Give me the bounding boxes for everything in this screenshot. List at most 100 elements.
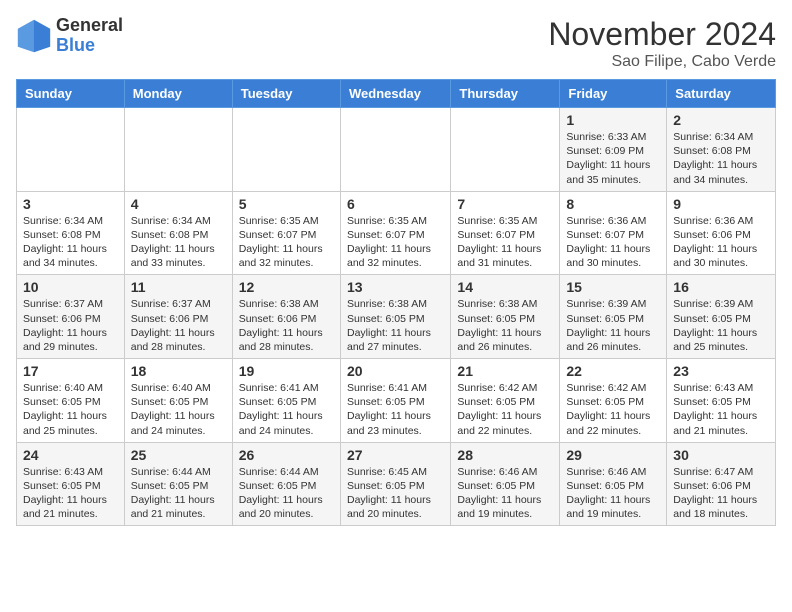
- day-info: Sunrise: 6:36 AM Sunset: 6:06 PM Dayligh…: [673, 214, 769, 271]
- calendar-cell: 18 Sunrise: 6:40 AM Sunset: 6:05 PM Dayli…: [124, 359, 232, 443]
- day-info: Sunrise: 6:43 AM Sunset: 6:05 PM Dayligh…: [673, 381, 769, 438]
- calendar-week-2: 3 Sunrise: 6:34 AM Sunset: 6:08 PM Daylig…: [17, 191, 776, 275]
- day-info: Sunrise: 6:46 AM Sunset: 6:05 PM Dayligh…: [457, 465, 553, 522]
- calendar-cell: 23 Sunrise: 6:43 AM Sunset: 6:05 PM Dayli…: [667, 359, 776, 443]
- day-number: 30: [673, 447, 769, 463]
- day-number: 2: [673, 112, 769, 128]
- calendar-cell: 4 Sunrise: 6:34 AM Sunset: 6:08 PM Daylig…: [124, 191, 232, 275]
- calendar-subtitle: Sao Filipe, Cabo Verde: [548, 53, 776, 71]
- calendar-header: SundayMondayTuesdayWednesdayThursdayFrid…: [17, 80, 776, 108]
- calendar-cell: [451, 108, 560, 192]
- page-header: General Blue November 2024 Sao Filipe, C…: [16, 16, 776, 71]
- day-number: 22: [566, 363, 660, 379]
- calendar-cell: 15 Sunrise: 6:39 AM Sunset: 6:05 PM Dayli…: [560, 275, 667, 359]
- day-number: 13: [347, 279, 444, 295]
- day-number: 1: [566, 112, 660, 128]
- weekday-row: SundayMondayTuesdayWednesdayThursdayFrid…: [17, 80, 776, 108]
- calendar-cell: 14Sunrise: 6:38 AM Sunset: 6:05 PM Dayli…: [451, 275, 560, 359]
- day-info: Sunrise: 6:41 AM Sunset: 6:05 PM Dayligh…: [239, 381, 334, 438]
- calendar-cell: 7Sunrise: 6:35 AM Sunset: 6:07 PM Daylig…: [451, 191, 560, 275]
- day-info: Sunrise: 6:35 AM Sunset: 6:07 PM Dayligh…: [239, 214, 334, 271]
- day-number: 26: [239, 447, 334, 463]
- weekday-header-tuesday: Tuesday: [232, 80, 340, 108]
- day-number: 19: [239, 363, 334, 379]
- calendar-cell: 11 Sunrise: 6:37 AM Sunset: 6:06 PM Dayli…: [124, 275, 232, 359]
- day-info: Sunrise: 6:46 AM Sunset: 6:05 PM Dayligh…: [566, 465, 660, 522]
- calendar-cell: 16Sunrise: 6:39 AM Sunset: 6:05 PM Dayli…: [667, 275, 776, 359]
- calendar-cell: 1 Sunrise: 6:33 AM Sunset: 6:09 PM Daylig…: [560, 108, 667, 192]
- logo-icon: [16, 18, 52, 54]
- calendar-cell: 10Sunrise: 6:37 AM Sunset: 6:06 PM Dayli…: [17, 275, 125, 359]
- day-number: 29: [566, 447, 660, 463]
- calendar-week-5: 24 Sunrise: 6:43 AM Sunset: 6:05 PM Dayli…: [17, 442, 776, 526]
- day-number: 16: [673, 279, 769, 295]
- day-info: Sunrise: 6:37 AM Sunset: 6:06 PM Dayligh…: [131, 297, 226, 354]
- day-info: Sunrise: 6:44 AM Sunset: 6:05 PM Dayligh…: [239, 465, 334, 522]
- day-info: Sunrise: 6:43 AM Sunset: 6:05 PM Dayligh…: [23, 465, 118, 522]
- day-info: Sunrise: 6:36 AM Sunset: 6:07 PM Dayligh…: [566, 214, 660, 271]
- calendar-cell: 30Sunrise: 6:47 AM Sunset: 6:06 PM Dayli…: [667, 442, 776, 526]
- day-info: Sunrise: 6:44 AM Sunset: 6:05 PM Dayligh…: [131, 465, 226, 522]
- day-info: Sunrise: 6:38 AM Sunset: 6:05 PM Dayligh…: [347, 297, 444, 354]
- weekday-header-saturday: Saturday: [667, 80, 776, 108]
- logo-text: General Blue: [56, 16, 123, 56]
- day-number: 24: [23, 447, 118, 463]
- calendar-cell: 12 Sunrise: 6:38 AM Sunset: 6:06 PM Dayli…: [232, 275, 340, 359]
- calendar-cell: 3 Sunrise: 6:34 AM Sunset: 6:08 PM Daylig…: [17, 191, 125, 275]
- calendar-cell: 26 Sunrise: 6:44 AM Sunset: 6:05 PM Dayli…: [232, 442, 340, 526]
- calendar-cell: 27 Sunrise: 6:45 AM Sunset: 6:05 PM Dayli…: [340, 442, 450, 526]
- day-number: 4: [131, 196, 226, 212]
- day-number: 5: [239, 196, 334, 212]
- day-info: Sunrise: 6:45 AM Sunset: 6:05 PM Dayligh…: [347, 465, 444, 522]
- calendar-body: 1 Sunrise: 6:33 AM Sunset: 6:09 PM Daylig…: [17, 108, 776, 526]
- title-block: November 2024 Sao Filipe, Cabo Verde: [548, 16, 776, 71]
- day-info: Sunrise: 6:42 AM Sunset: 6:05 PM Dayligh…: [566, 381, 660, 438]
- calendar-cell: 25 Sunrise: 6:44 AM Sunset: 6:05 PM Dayli…: [124, 442, 232, 526]
- calendar-cell: 5 Sunrise: 6:35 AM Sunset: 6:07 PM Daylig…: [232, 191, 340, 275]
- calendar-cell: [340, 108, 450, 192]
- day-number: 3: [23, 196, 118, 212]
- weekday-header-friday: Friday: [560, 80, 667, 108]
- calendar-cell: 21Sunrise: 6:42 AM Sunset: 6:05 PM Dayli…: [451, 359, 560, 443]
- weekday-header-wednesday: Wednesday: [340, 80, 450, 108]
- day-number: 11: [131, 279, 226, 295]
- day-number: 23: [673, 363, 769, 379]
- logo: General Blue: [16, 16, 123, 56]
- day-number: 10: [23, 279, 118, 295]
- calendar-cell: 2 Sunrise: 6:34 AM Sunset: 6:08 PM Daylig…: [667, 108, 776, 192]
- calendar-cell: 24 Sunrise: 6:43 AM Sunset: 6:05 PM Dayli…: [17, 442, 125, 526]
- calendar-cell: [17, 108, 125, 192]
- day-number: 27: [347, 447, 444, 463]
- calendar-cell: [232, 108, 340, 192]
- day-info: Sunrise: 6:40 AM Sunset: 6:05 PM Dayligh…: [131, 381, 226, 438]
- calendar-week-1: 1 Sunrise: 6:33 AM Sunset: 6:09 PM Daylig…: [17, 108, 776, 192]
- day-info: Sunrise: 6:33 AM Sunset: 6:09 PM Dayligh…: [566, 130, 660, 187]
- calendar-table: SundayMondayTuesdayWednesdayThursdayFrid…: [16, 79, 776, 526]
- day-info: Sunrise: 6:34 AM Sunset: 6:08 PM Dayligh…: [131, 214, 226, 271]
- calendar-week-3: 10 Sunrise: 6:37 AM Sunset: 6:06 PM Dayli…: [17, 275, 776, 359]
- day-info: Sunrise: 6:34 AM Sunset: 6:08 PM Dayligh…: [673, 130, 769, 187]
- day-info: Sunrise: 6:42 AM Sunset: 6:05 PM Dayligh…: [457, 381, 553, 438]
- calendar-cell: 19 Sunrise: 6:41 AM Sunset: 6:05 PM Dayli…: [232, 359, 340, 443]
- calendar-week-4: 17Sunrise: 6:40 AM Sunset: 6:05 PM Dayli…: [17, 359, 776, 443]
- day-number: 6: [347, 196, 444, 212]
- day-number: 15: [566, 279, 660, 295]
- weekday-header-sunday: Sunday: [17, 80, 125, 108]
- day-info: Sunrise: 6:35 AM Sunset: 6:07 PM Dayligh…: [457, 214, 553, 271]
- day-number: 25: [131, 447, 226, 463]
- calendar-cell: 8Sunrise: 6:36 AM Sunset: 6:07 PM Daylig…: [560, 191, 667, 275]
- calendar-cell: 6 Sunrise: 6:35 AM Sunset: 6:07 PM Daylig…: [340, 191, 450, 275]
- calendar-cell: 17Sunrise: 6:40 AM Sunset: 6:05 PM Dayli…: [17, 359, 125, 443]
- calendar-title: November 2024: [548, 16, 776, 53]
- calendar-cell: 28 Sunrise: 6:46 AM Sunset: 6:05 PM Dayli…: [451, 442, 560, 526]
- day-info: Sunrise: 6:39 AM Sunset: 6:05 PM Dayligh…: [566, 297, 660, 354]
- day-info: Sunrise: 6:38 AM Sunset: 6:06 PM Dayligh…: [239, 297, 334, 354]
- day-number: 9: [673, 196, 769, 212]
- day-info: Sunrise: 6:35 AM Sunset: 6:07 PM Dayligh…: [347, 214, 444, 271]
- day-number: 18: [131, 363, 226, 379]
- day-number: 28: [457, 447, 553, 463]
- day-info: Sunrise: 6:34 AM Sunset: 6:08 PM Dayligh…: [23, 214, 118, 271]
- day-number: 12: [239, 279, 334, 295]
- calendar-cell: [124, 108, 232, 192]
- day-info: Sunrise: 6:40 AM Sunset: 6:05 PM Dayligh…: [23, 381, 118, 438]
